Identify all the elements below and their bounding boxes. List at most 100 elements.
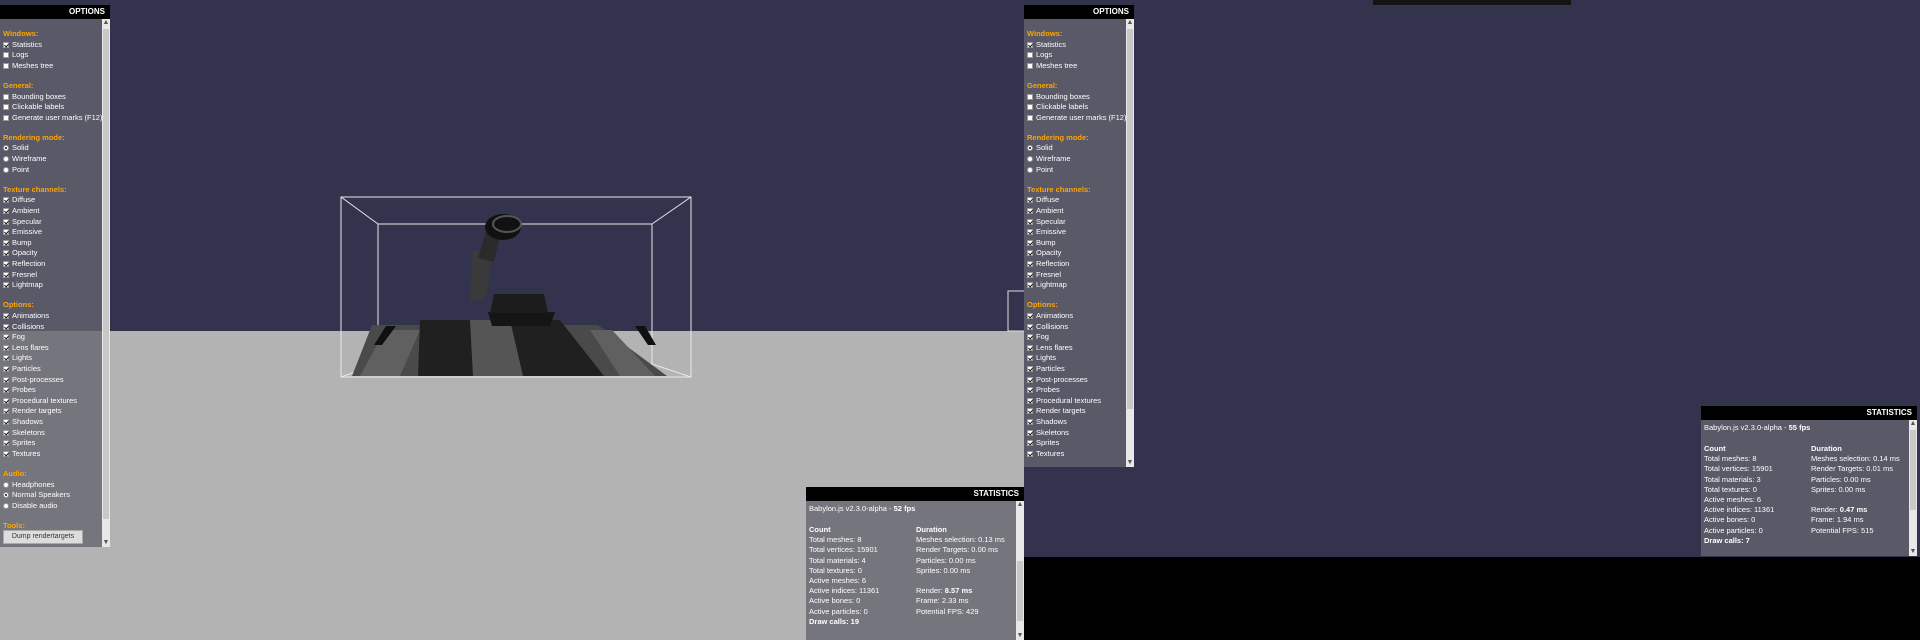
options-option[interactable]: Skeletons: [3, 428, 45, 438]
checkbox[interactable]: [1027, 334, 1033, 341]
general-option[interactable]: Bounding boxes: [3, 92, 66, 102]
options-option[interactable]: Probes: [1027, 385, 1060, 395]
options-option[interactable]: Render targets: [1027, 406, 1086, 416]
scrollbar[interactable]: ▲ ▼: [1016, 501, 1024, 640]
texture-option[interactable]: Reflection: [3, 259, 45, 269]
checkbox[interactable]: [3, 250, 9, 257]
options-option[interactable]: Particles: [3, 364, 41, 374]
checkbox[interactable]: [1027, 397, 1033, 404]
checkbox[interactable]: [3, 355, 9, 362]
scroll-thumb[interactable]: [103, 29, 109, 519]
radio-button[interactable]: [1027, 145, 1033, 152]
checkbox[interactable]: [3, 450, 9, 457]
options-option[interactable]: Shadows: [3, 417, 43, 427]
general-option[interactable]: Generate user marks (F12): [1027, 113, 1126, 123]
texture-option[interactable]: Fresnel: [3, 270, 37, 280]
scroll-up-icon[interactable]: ▲: [102, 19, 110, 27]
checkbox[interactable]: [1027, 271, 1033, 278]
checkbox[interactable]: [3, 93, 9, 100]
radio-button[interactable]: [3, 481, 9, 488]
windows-option[interactable]: Meshes tree: [3, 61, 53, 71]
options-option[interactable]: Lights: [1027, 353, 1056, 363]
general-option[interactable]: Clickable labels: [1027, 102, 1088, 112]
checkbox[interactable]: [1027, 52, 1033, 59]
checkbox[interactable]: [1027, 418, 1033, 425]
options-option[interactable]: Animations: [1027, 311, 1073, 321]
radio-button[interactable]: [3, 502, 9, 509]
rendering-option[interactable]: Solid: [3, 143, 29, 153]
texture-option[interactable]: Emissive: [1027, 227, 1066, 237]
checkbox[interactable]: [1027, 208, 1033, 215]
rendering-option[interactable]: Wireframe: [3, 154, 47, 164]
scroll-down-icon[interactable]: ▼: [102, 539, 110, 547]
checkbox[interactable]: [3, 418, 9, 425]
options-option[interactable]: Lights: [3, 353, 32, 363]
texture-option[interactable]: Bump: [3, 238, 32, 248]
options-option[interactable]: Fog: [1027, 332, 1049, 342]
scrollbar[interactable]: ▲ ▼: [1126, 19, 1134, 467]
options-option[interactable]: Sprites: [1027, 438, 1059, 448]
texture-option[interactable]: Bump: [1027, 238, 1056, 248]
rendering-option[interactable]: Point: [1027, 165, 1053, 175]
checkbox[interactable]: [1027, 218, 1033, 225]
checkbox[interactable]: [1027, 229, 1033, 236]
checkbox[interactable]: [3, 271, 9, 278]
checkbox[interactable]: [1027, 323, 1033, 330]
options-option[interactable]: Textures: [1027, 449, 1064, 459]
general-option[interactable]: Generate user marks (F12): [3, 113, 102, 123]
texture-option[interactable]: Opacity: [3, 248, 37, 258]
checkbox[interactable]: [1027, 197, 1033, 204]
scroll-down-icon[interactable]: ▼: [1016, 632, 1024, 640]
rendering-option[interactable]: Point: [3, 165, 29, 175]
options-option[interactable]: Collisions: [3, 322, 44, 332]
checkbox[interactable]: [1027, 450, 1033, 457]
checkbox[interactable]: [1027, 62, 1033, 69]
scroll-up-icon[interactable]: ▲: [1126, 19, 1134, 27]
scroll-up-icon[interactable]: ▲: [1909, 420, 1917, 428]
checkbox[interactable]: [1027, 104, 1033, 111]
options-option[interactable]: Procedural textures: [3, 396, 77, 406]
scroll-thumb[interactable]: [1127, 29, 1133, 409]
windows-option[interactable]: Logs: [3, 50, 28, 60]
checkbox[interactable]: [3, 218, 9, 225]
texture-option[interactable]: Lightmap: [3, 280, 43, 290]
options-option[interactable]: Lens flares: [3, 343, 49, 353]
audio-option[interactable]: Normal Speakers: [3, 490, 70, 500]
texture-option[interactable]: Reflection: [1027, 259, 1069, 269]
radio-button[interactable]: [3, 145, 9, 152]
audio-option[interactable]: Disable audio: [3, 501, 57, 511]
options-option[interactable]: Lens flares: [1027, 343, 1073, 353]
checkbox[interactable]: [3, 397, 9, 404]
options-option[interactable]: Animations: [3, 311, 49, 321]
options-option[interactable]: Shadows: [1027, 417, 1067, 427]
texture-option[interactable]: Lightmap: [1027, 280, 1067, 290]
windows-option[interactable]: Statistics: [3, 40, 42, 50]
checkbox[interactable]: [1027, 261, 1033, 268]
scroll-thumb[interactable]: [1910, 430, 1916, 510]
dump-rendertargets-button[interactable]: Dump rendertargets: [3, 530, 83, 545]
radio-button[interactable]: [3, 492, 9, 499]
options-option[interactable]: Post-processes: [1027, 375, 1088, 385]
texture-option[interactable]: Emissive: [3, 227, 42, 237]
options-option[interactable]: Probes: [3, 385, 36, 395]
windows-option[interactable]: Meshes tree: [1027, 61, 1077, 71]
options-option[interactable]: Skeletons: [1027, 428, 1069, 438]
windows-option[interactable]: Statistics: [1027, 40, 1066, 50]
options-option[interactable]: Sprites: [3, 438, 35, 448]
scrollbar[interactable]: ▲ ▼: [1909, 420, 1917, 556]
checkbox[interactable]: [1027, 41, 1033, 48]
general-option[interactable]: Bounding boxes: [1027, 92, 1090, 102]
checkbox[interactable]: [3, 376, 9, 383]
checkbox[interactable]: [1027, 282, 1033, 289]
scrollbar[interactable]: ▲ ▼: [102, 19, 110, 547]
checkbox[interactable]: [3, 282, 9, 289]
checkbox[interactable]: [1027, 250, 1033, 257]
options-option[interactable]: Textures: [3, 449, 40, 459]
checkbox[interactable]: [1027, 344, 1033, 351]
checkbox[interactable]: [3, 52, 9, 59]
checkbox[interactable]: [3, 104, 9, 111]
checkbox[interactable]: [3, 41, 9, 48]
texture-option[interactable]: Ambient: [3, 206, 40, 216]
checkbox[interactable]: [3, 323, 9, 330]
texture-option[interactable]: Specular: [3, 217, 42, 227]
